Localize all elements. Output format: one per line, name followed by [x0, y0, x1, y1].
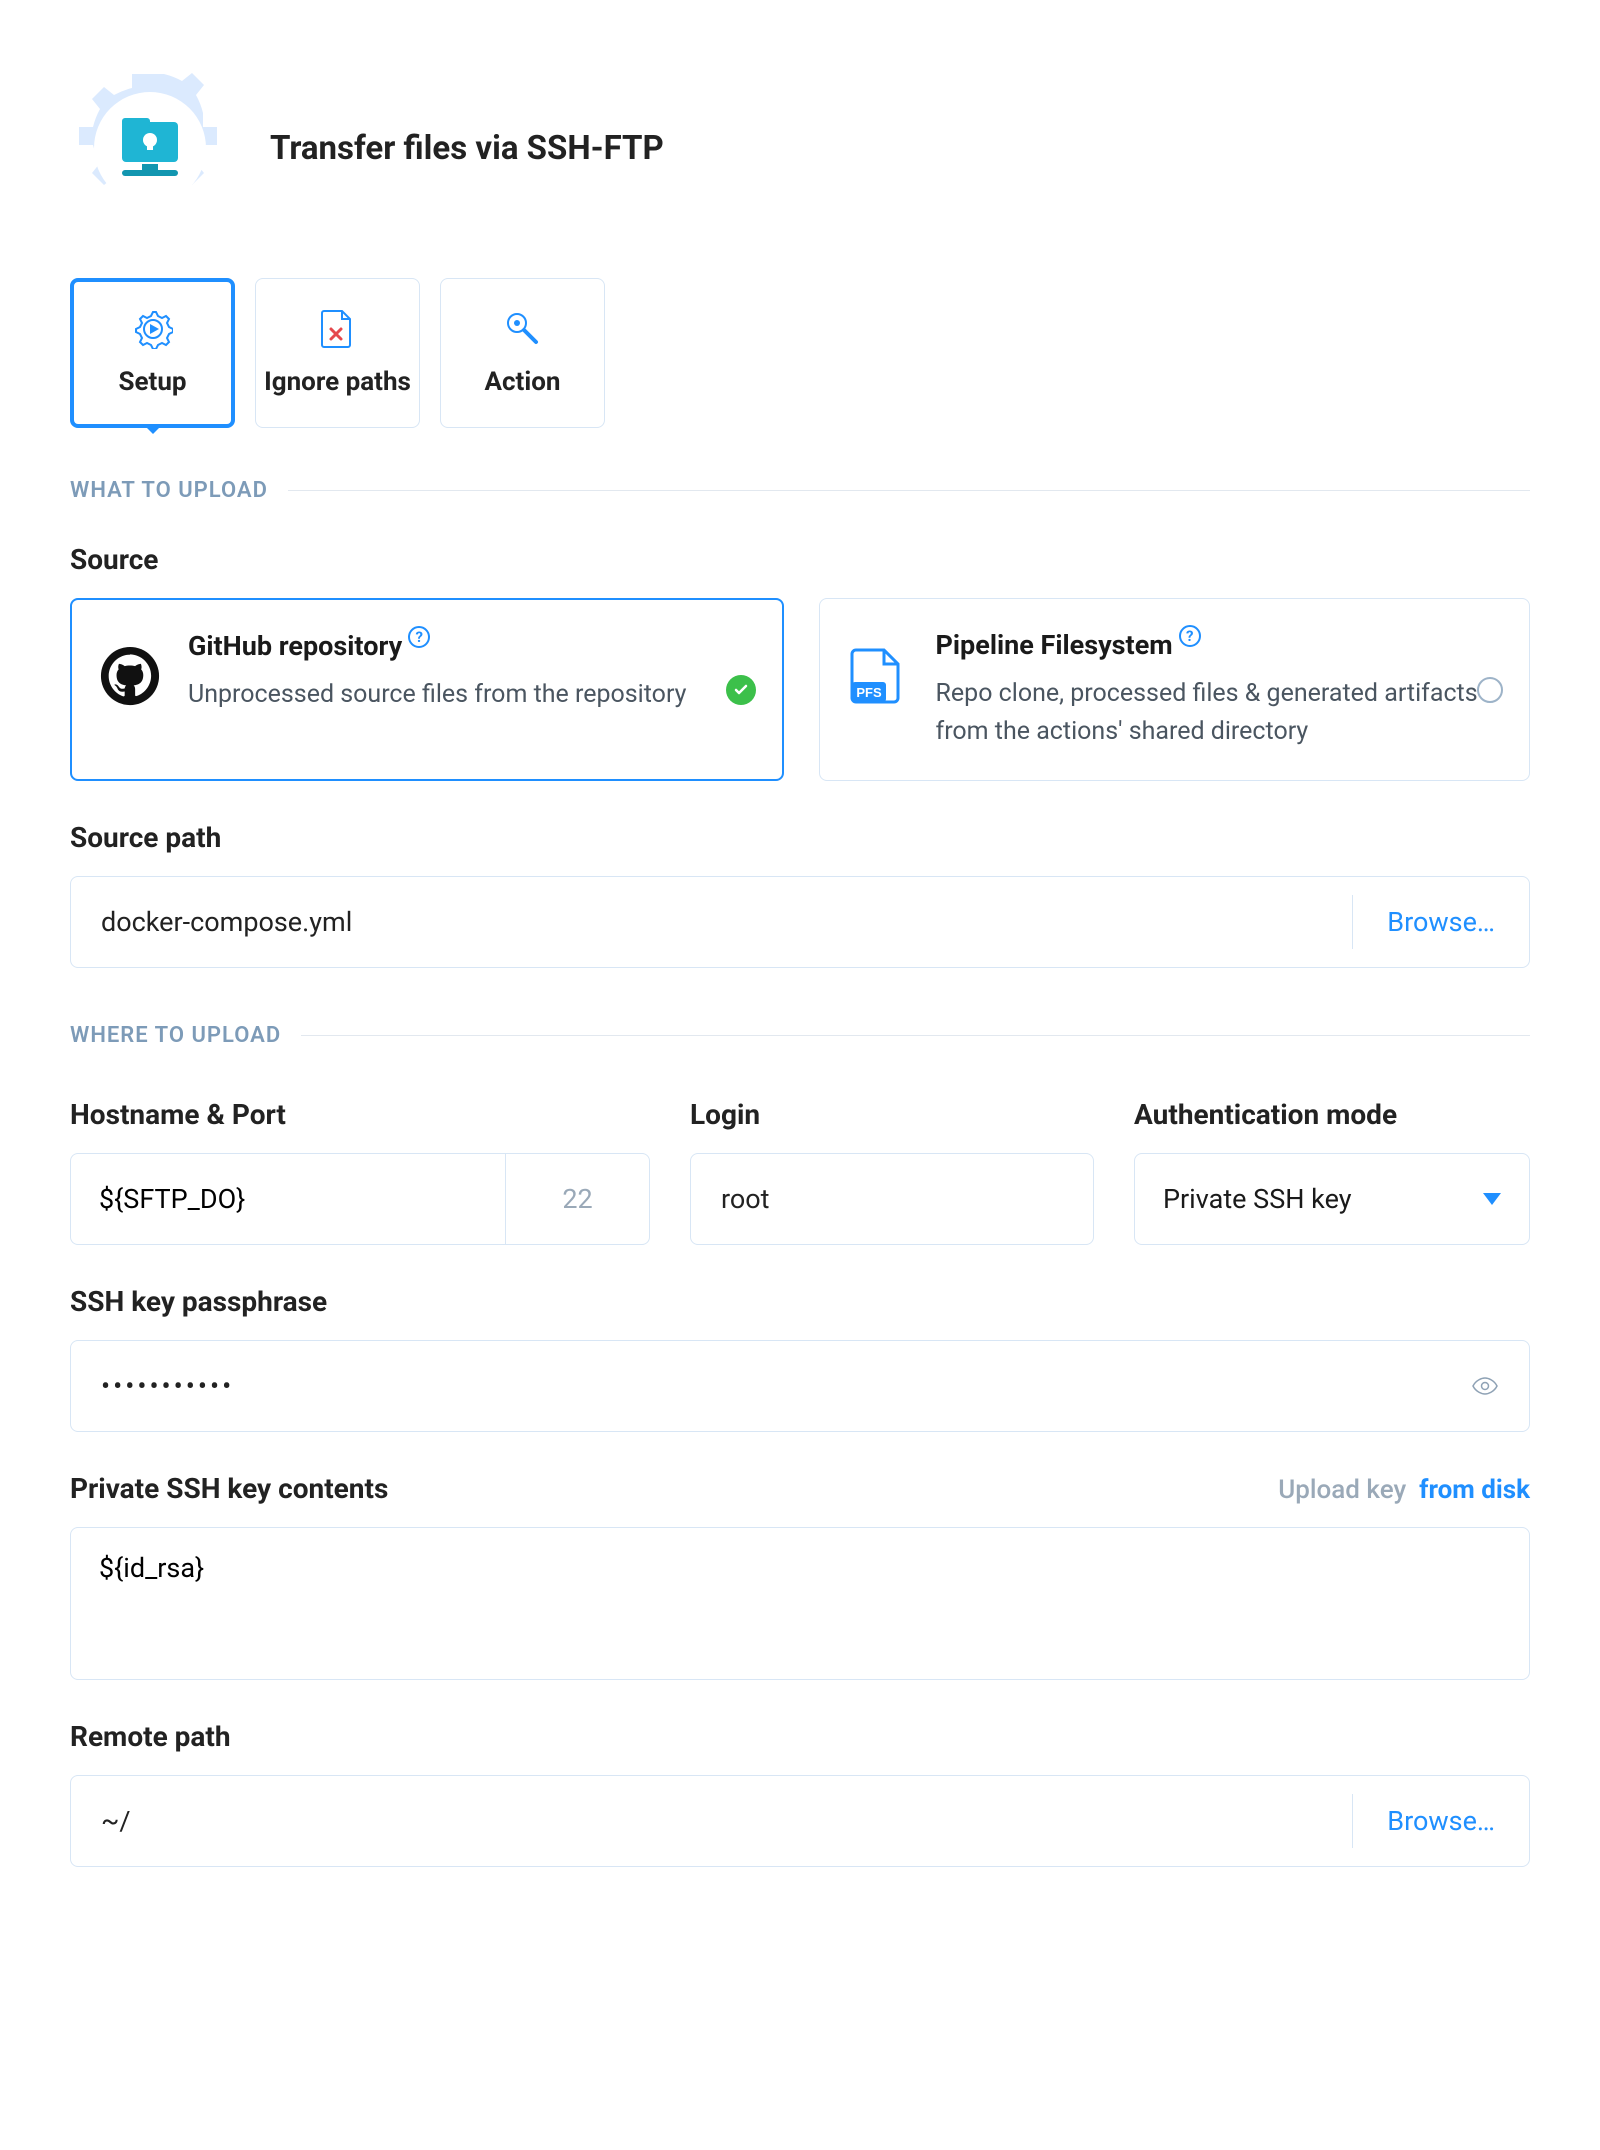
- upload-key-from-disk-link[interactable]: from disk: [1419, 1475, 1530, 1505]
- hostname-port-group: [70, 1153, 650, 1245]
- upload-key-hint: Upload key from disk: [1278, 1475, 1530, 1505]
- remote-path-input[interactable]: [71, 1805, 1352, 1837]
- tab-label: Ignore paths: [264, 367, 411, 397]
- tab-action[interactable]: Action: [440, 278, 605, 428]
- section-where-to-upload: WHERE TO UPLOAD: [70, 1023, 1530, 1048]
- passphrase-input-wrapper: [70, 1340, 1530, 1432]
- browse-remote-path-button[interactable]: Browse…: [1352, 1794, 1529, 1848]
- tab-ignore-paths[interactable]: Ignore paths: [255, 278, 420, 428]
- card-desc: Repo clone, processed files & generated …: [936, 675, 1500, 750]
- passphrase-label: SSH key passphrase: [70, 1285, 1530, 1318]
- svg-text:PFS: PFS: [856, 685, 882, 700]
- login-label: Login: [690, 1098, 1094, 1131]
- upload-key-muted: Upload key: [1278, 1475, 1406, 1505]
- remote-path-label: Remote path: [70, 1720, 1530, 1753]
- remote-path-input-wrapper: Browse…: [70, 1775, 1530, 1867]
- section-label-text: WHAT TO UPLOAD: [70, 478, 268, 503]
- radio-indicator: [1477, 677, 1503, 703]
- source-option-github[interactable]: GitHub repository ? Unprocessed source f…: [70, 598, 784, 781]
- tab-label: Action: [485, 367, 561, 397]
- help-icon[interactable]: ?: [408, 626, 430, 648]
- action-badge: [70, 68, 230, 228]
- wrench-gear-icon: [503, 309, 543, 349]
- source-options: GitHub repository ? Unprocessed source f…: [70, 598, 1530, 781]
- hostname-input[interactable]: [70, 1153, 505, 1245]
- gear-play-icon: [133, 309, 173, 349]
- source-path-label: Source path: [70, 821, 1530, 854]
- source-label: Source: [70, 543, 1530, 576]
- divider: [288, 490, 1530, 491]
- source-path-input-wrapper: Browse…: [70, 876, 1530, 968]
- card-title-text: GitHub repository: [188, 630, 402, 662]
- login-input[interactable]: [691, 1183, 1093, 1215]
- tab-label: Setup: [118, 367, 186, 397]
- private-key-textarea[interactable]: [99, 1552, 1501, 1648]
- tabs: Setup Ignore paths Action: [70, 278, 1530, 428]
- private-key-label-row: Private SSH key contents Upload key from…: [70, 1472, 1530, 1505]
- eye-icon: [1471, 1376, 1499, 1396]
- selected-indicator: [726, 675, 756, 705]
- section-what-to-upload: WHAT TO UPLOAD: [70, 478, 1530, 503]
- private-key-label: Private SSH key contents: [70, 1472, 388, 1505]
- auth-mode-select[interactable]: Private SSH key: [1134, 1153, 1530, 1245]
- source-option-pipeline-filesystem[interactable]: PFS Pipeline Filesystem ? Repo clone, pr…: [819, 598, 1531, 781]
- auth-mode-label: Authentication mode: [1134, 1098, 1530, 1131]
- pfs-icon: PFS: [846, 643, 910, 707]
- auth-mode-value: Private SSH key: [1163, 1183, 1352, 1215]
- divider: [301, 1035, 1530, 1036]
- tab-setup[interactable]: Setup: [70, 278, 235, 428]
- port-input[interactable]: [505, 1153, 650, 1245]
- caret-down-icon: [1483, 1193, 1501, 1205]
- source-path-input[interactable]: [71, 906, 1352, 938]
- github-icon: [98, 644, 162, 708]
- login-input-wrapper: [690, 1153, 1094, 1245]
- card-desc: Unprocessed source files from the reposi…: [188, 676, 752, 714]
- private-key-textarea-wrapper: [70, 1527, 1530, 1680]
- passphrase-input[interactable]: [71, 1370, 1441, 1402]
- browse-source-path-button[interactable]: Browse…: [1352, 895, 1529, 949]
- toggle-password-visibility[interactable]: [1441, 1376, 1529, 1396]
- page-header: Transfer files via SSH-FTP: [70, 68, 1530, 228]
- page-title: Transfer files via SSH-FTP: [270, 129, 664, 168]
- file-x-icon: [320, 309, 356, 349]
- connection-row: Hostname & Port Login Authentication mod…: [70, 1058, 1530, 1245]
- gear-icon: [70, 68, 230, 228]
- hostname-port-label: Hostname & Port: [70, 1098, 650, 1131]
- card-title-text: Pipeline Filesystem: [936, 629, 1173, 661]
- card-body: Pipeline Filesystem ? Repo clone, proces…: [936, 629, 1500, 750]
- section-label-text: WHERE TO UPLOAD: [70, 1023, 281, 1048]
- radio-icon: [1477, 677, 1503, 703]
- check-icon: [726, 675, 756, 705]
- help-icon[interactable]: ?: [1179, 625, 1201, 647]
- card-body: GitHub repository ? Unprocessed source f…: [188, 630, 752, 714]
